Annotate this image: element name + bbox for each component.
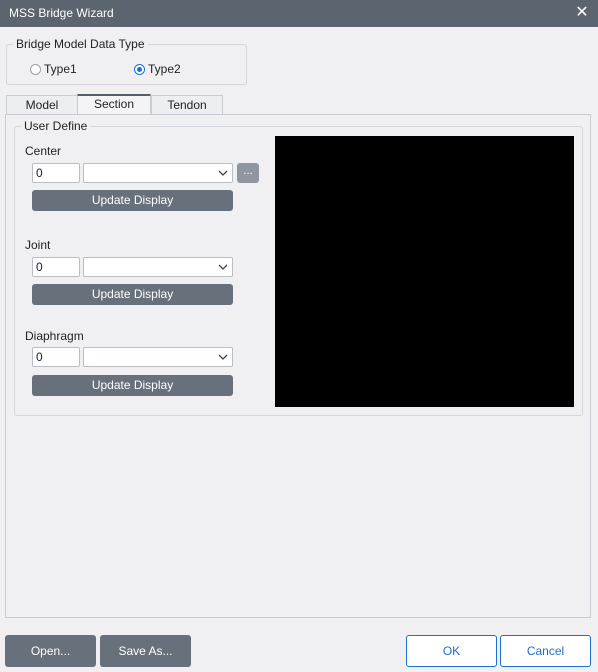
radio-type1-label: Type1 (44, 62, 77, 76)
tab-tendon[interactable]: Tendon (151, 95, 223, 115)
center-update-display-button[interactable]: Update Display (32, 190, 233, 211)
user-define-legend: User Define (21, 119, 91, 133)
model-type-legend: Bridge Model Data Type (13, 37, 148, 51)
diaphragm-number-input[interactable]: 0 (32, 347, 80, 367)
cancel-button[interactable]: Cancel (500, 635, 591, 667)
center-browse-button[interactable]: ... (237, 163, 259, 183)
window-title: MSS Bridge Wizard (9, 6, 114, 20)
close-icon[interactable]: ✕ (572, 3, 592, 23)
open-button[interactable]: Open... (5, 635, 96, 667)
diaphragm-label: Diaphragm (25, 329, 84, 343)
chevron-down-icon (218, 264, 228, 270)
chevron-down-icon (218, 354, 228, 360)
section-preview-canvas[interactable] (275, 136, 574, 407)
joint-number-input[interactable]: 0 (32, 257, 80, 277)
center-number-input[interactable]: 0 (32, 163, 80, 183)
diaphragm-dropdown[interactable] (83, 347, 233, 367)
diaphragm-update-display-button[interactable]: Update Display (32, 375, 233, 396)
tab-section[interactable]: Section (77, 94, 151, 115)
save-as-button[interactable]: Save As... (100, 635, 191, 667)
radio-type2-indicator (134, 63, 145, 75)
tab-model[interactable]: Model (6, 95, 78, 115)
radio-type1-indicator (30, 63, 41, 75)
joint-label: Joint (25, 238, 51, 252)
joint-update-display-button[interactable]: Update Display (32, 284, 233, 305)
radio-type2-label: Type2 (148, 62, 181, 76)
chevron-down-icon (218, 170, 228, 176)
title-bar: MSS Bridge Wizard ✕ (0, 0, 598, 27)
center-dropdown[interactable] (83, 163, 233, 183)
radio-type2[interactable]: Type2 (134, 62, 181, 76)
radio-type1[interactable]: Type1 (30, 62, 77, 76)
joint-dropdown[interactable] (83, 257, 233, 277)
center-label: Center (25, 144, 62, 158)
ok-button[interactable]: OK (406, 635, 497, 667)
